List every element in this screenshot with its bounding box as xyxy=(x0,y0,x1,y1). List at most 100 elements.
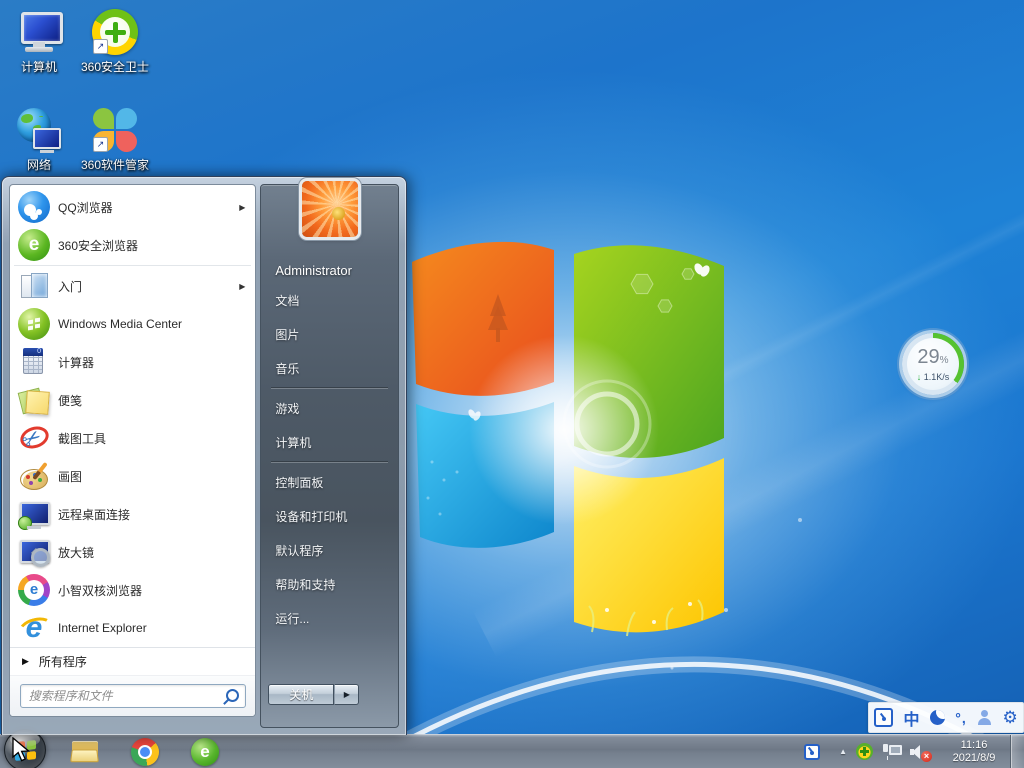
qq-browser-icon xyxy=(18,191,50,223)
menu-item-xiaozhi-browser[interactable]: 小智双核浏览器 xyxy=(12,571,253,609)
ime-user-icon[interactable] xyxy=(977,710,992,725)
start-search-box[interactable] xyxy=(19,683,246,708)
menu-item-360-browser[interactable]: 360安全浏览器 xyxy=(12,226,253,264)
taskbar-clock[interactable]: 11:16 2021/8/9 xyxy=(941,739,1007,765)
taskbar-chrome-button[interactable] xyxy=(130,737,160,767)
360-software-manager-icon: ↗ xyxy=(91,106,139,154)
ime-punctuation-icon[interactable]: °, xyxy=(955,710,967,726)
desktop-icon-label: 计算机 xyxy=(20,60,57,74)
shutdown-area: 关机 ▶ xyxy=(268,684,360,705)
menu-item-devices-printers[interactable]: 设备和打印机 xyxy=(261,499,398,533)
chrome-icon xyxy=(131,738,159,766)
desktop-icon-360-software-manager[interactable]: ↗ 360软件管家 xyxy=(72,106,158,173)
desktop-icon-computer[interactable]: 计算机 xyxy=(0,8,82,75)
ime-chinese-mode-icon[interactable]: 中 xyxy=(904,706,920,730)
start-menu-right-panel: Administrator 文档 图片 音乐 游戏 计算机 控制面板 设备和打印… xyxy=(260,181,399,728)
network-speed: ↓ 1.1K/s xyxy=(916,371,950,382)
start-menu: QQ浏览器 ▶ 360安全浏览器 入门 ▶ Windows Media Cent… xyxy=(1,176,407,735)
system-tray: ▲ × 11:16 2021/8/9 xyxy=(804,735,1024,768)
user-name[interactable]: Administrator xyxy=(275,263,352,278)
memory-percent: 29% xyxy=(917,345,949,368)
all-programs-button[interactable]: ▶ 所有程序 xyxy=(10,647,256,675)
tray-volume-muted-icon[interactable]: × xyxy=(910,743,932,762)
computer-icon xyxy=(15,8,63,56)
menu-item-label: 截图工具 xyxy=(58,431,107,446)
menu-item-run[interactable]: 运行... xyxy=(261,601,398,635)
windows7-desktop: 计算机 ↗ 360安全卫士 网络 ↗ 360软件管家 29% ↓ 1.1K/s xyxy=(0,0,1024,768)
menu-item-computer[interactable]: 计算机 xyxy=(261,425,398,459)
magnifier-icon xyxy=(18,536,50,568)
menu-item-games[interactable]: 游戏 xyxy=(261,391,398,425)
all-programs-arrow-icon: ▶ xyxy=(22,655,29,666)
shutdown-options-arrow[interactable]: ▶ xyxy=(334,684,360,705)
menu-item-snipping-tool[interactable]: 截图工具 xyxy=(12,419,253,457)
menu-item-help-support[interactable]: 帮助和支持 xyxy=(261,567,398,601)
menu-item-label: 入门 xyxy=(58,279,83,294)
menu-item-documents[interactable]: 文档 xyxy=(261,283,398,317)
ime-status-icon[interactable] xyxy=(874,708,894,727)
light-streak xyxy=(544,46,1024,474)
menu-item-control-panel[interactable]: 控制面板 xyxy=(261,465,398,499)
desktop-icon-360-safe[interactable]: ↗ 360安全卫士 xyxy=(72,8,158,75)
menu-item-label: 远程桌面连接 xyxy=(58,507,131,522)
windows-logo-icon xyxy=(15,740,36,761)
ime-settings-gear-icon[interactable]: ⚙ xyxy=(1002,709,1017,726)
clock-date: 2021/8/9 xyxy=(952,751,996,764)
ime-fullwidth-moon-icon[interactable] xyxy=(929,710,945,725)
menu-separator xyxy=(271,461,388,463)
menu-item-label: 小智双核浏览器 xyxy=(58,583,143,598)
shortcut-arrow-icon: ↗ xyxy=(93,137,108,152)
light-streak xyxy=(472,155,1024,659)
menu-item-pictures[interactable]: 图片 xyxy=(261,317,398,351)
all-programs-label: 所有程序 xyxy=(38,654,87,669)
menu-item-internet-explorer[interactable]: Internet Explorer xyxy=(12,609,253,647)
tray-ime-status-icon[interactable] xyxy=(804,743,821,760)
menu-item-label: QQ浏览器 xyxy=(58,200,113,215)
menu-item-paint[interactable]: 画图 xyxy=(12,457,253,495)
menu-item-remote-desktop[interactable]: 远程桌面连接 xyxy=(12,495,253,533)
tray-360-icon[interactable] xyxy=(856,743,873,760)
menu-item-qq-browser[interactable]: QQ浏览器 ▶ xyxy=(12,188,253,226)
menu-item-label: 便笺 xyxy=(58,393,83,408)
taskbar-360-browser-button[interactable] xyxy=(190,737,220,767)
menu-item-label: 放大镜 xyxy=(58,545,95,560)
menu-separator xyxy=(14,265,252,266)
menu-item-sticky-notes[interactable]: 便笺 xyxy=(12,381,253,419)
calculator-icon xyxy=(18,346,50,378)
snipping-tool-icon xyxy=(18,422,50,454)
start-menu-left-panel: QQ浏览器 ▶ 360安全浏览器 入门 ▶ Windows Media Cent… xyxy=(9,184,257,717)
menu-item-music[interactable]: 音乐 xyxy=(261,351,398,385)
menu-item-calculator[interactable]: 计算器 xyxy=(12,343,253,381)
menu-item-label: 计算器 xyxy=(58,355,95,370)
shutdown-button[interactable]: 关机 xyxy=(268,684,335,705)
shortcut-arrow-icon: ↗ xyxy=(93,39,108,54)
search-input[interactable] xyxy=(26,687,222,704)
sticky-notes-icon xyxy=(18,384,50,416)
menu-item-windows-media-center[interactable]: Windows Media Center xyxy=(12,305,253,343)
remote-desktop-icon xyxy=(18,498,50,530)
desktop-icon-network[interactable]: 网络 xyxy=(0,106,82,173)
clock-time: 11:16 xyxy=(960,738,988,751)
360-speed-ball-widget[interactable]: 29% ↓ 1.1K/s xyxy=(902,333,964,395)
submenu-arrow-icon: ▶ xyxy=(239,281,246,291)
show-hidden-icons-arrow[interactable]: ▲ xyxy=(839,747,847,756)
menu-separator xyxy=(271,387,388,389)
network-icon xyxy=(15,106,63,154)
desktop-icon-label: 360安全卫士 xyxy=(80,60,150,74)
menu-item-label: Windows Media Center xyxy=(58,317,183,331)
360-browser-icon xyxy=(191,738,219,766)
submenu-arrow-icon: ▶ xyxy=(239,202,246,212)
show-desktop-button[interactable] xyxy=(1010,735,1024,768)
mute-badge: × xyxy=(921,750,932,762)
tray-network-icon[interactable] xyxy=(882,743,902,760)
menu-item-getting-started[interactable]: 入门 ▶ xyxy=(12,267,253,305)
desktop-icon-label: 360软件管家 xyxy=(80,158,150,172)
search-icon[interactable] xyxy=(225,689,239,703)
user-avatar[interactable] xyxy=(301,181,358,237)
menu-item-default-programs[interactable]: 默认程序 xyxy=(261,533,398,567)
getting-started-icon xyxy=(18,270,50,302)
windows-media-center-icon xyxy=(18,308,50,340)
taskbar-explorer-button[interactable] xyxy=(70,737,100,767)
ime-toolbar: 中 °, ⚙ xyxy=(868,702,1024,733)
menu-item-magnifier[interactable]: 放大镜 xyxy=(12,533,253,571)
